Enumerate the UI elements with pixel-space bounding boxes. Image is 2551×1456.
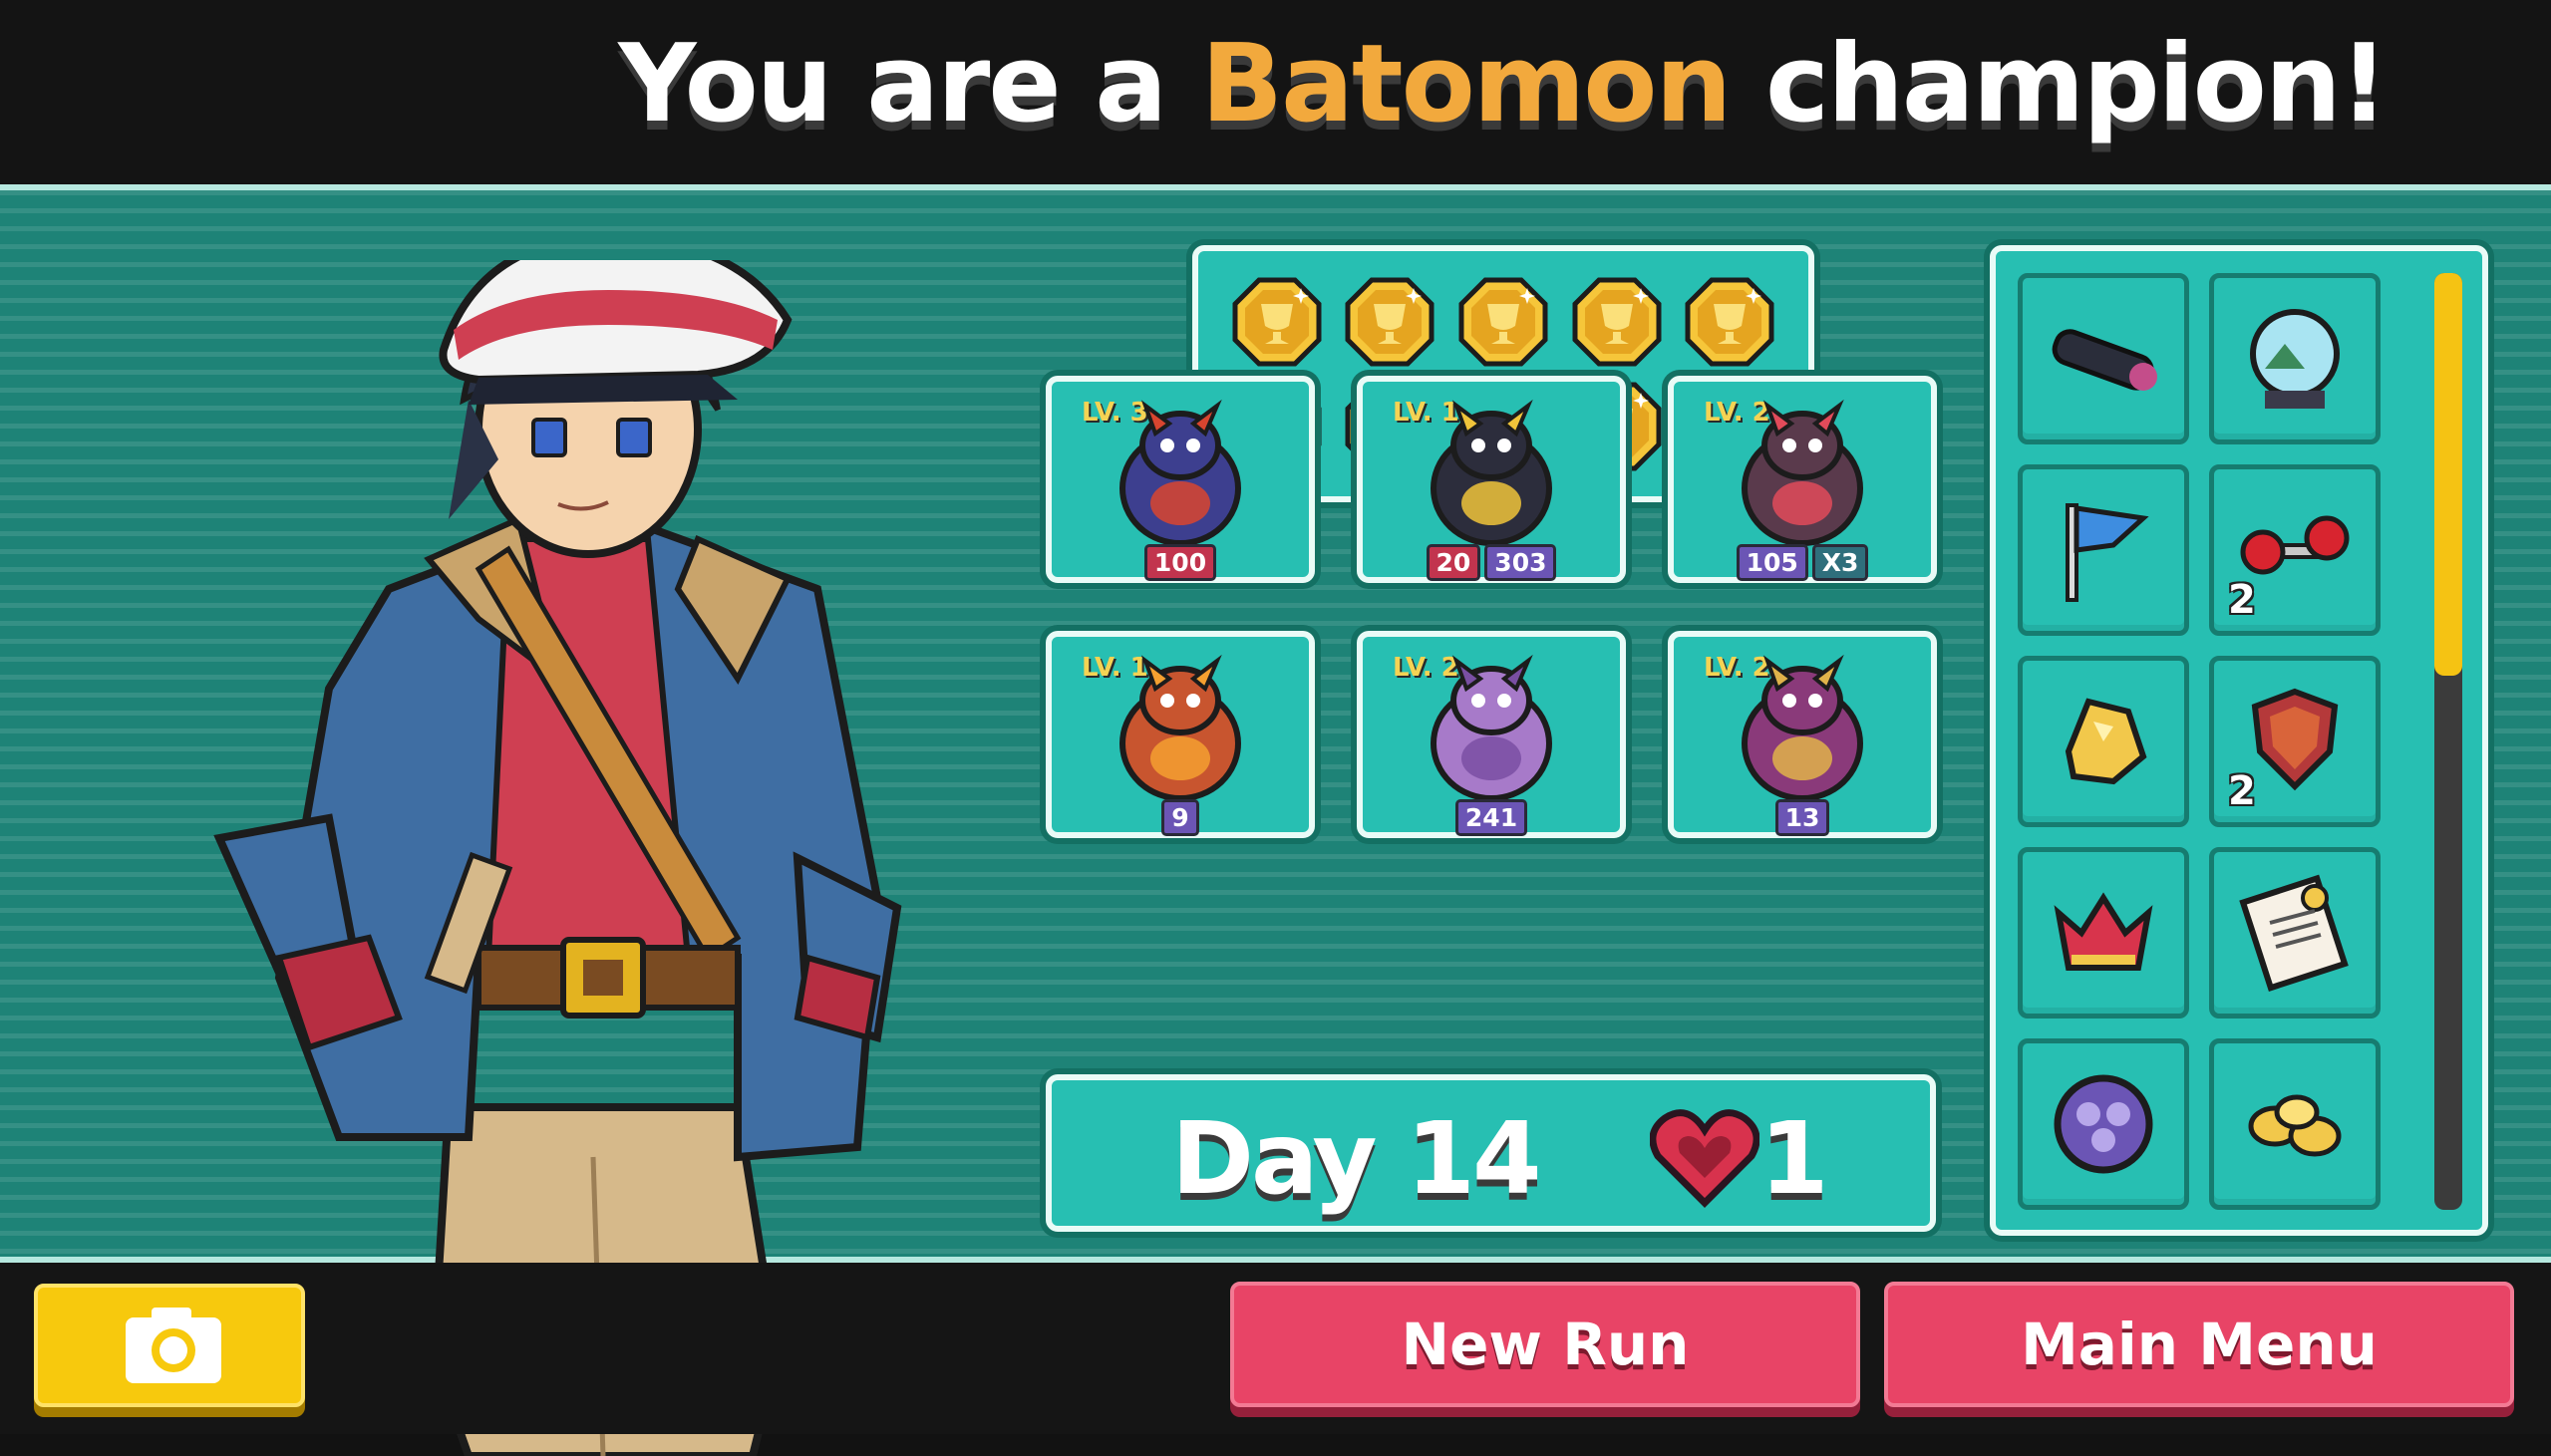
telescope-icon [2052, 329, 2157, 391]
trophy-medal-icon [1345, 277, 1435, 366]
inventory-scrollbar[interactable] [2434, 273, 2462, 1210]
stat-badge: X3 [1811, 544, 1869, 581]
stat-badge: 13 [1774, 799, 1830, 836]
stat-badge: 105 [1736, 544, 1808, 581]
team-member-card[interactable]: LV. 3 100 [1046, 376, 1315, 583]
scrollbar-thumb[interactable] [2434, 273, 2462, 676]
day-counter: Day 14 [1171, 1100, 1542, 1217]
main-menu-button[interactable]: Main Menu [1884, 1282, 2514, 1407]
summary-area: LV. 3 100 LV. 1 20 303 LV. 2 105 X3 LV. 1 9 LV. 22… [0, 184, 2551, 1456]
item-slot[interactable] [2018, 847, 2189, 1019]
trophy-medal-icon [1685, 277, 1774, 366]
notepad-icon [2239, 874, 2349, 992]
stat-badge: 20 [1426, 544, 1481, 581]
ghost-blob-monster-icon [1431, 654, 1552, 801]
item-slot[interactable] [2018, 464, 2189, 636]
team-member-card[interactable]: LV. 2 241 [1357, 631, 1626, 838]
item-slot[interactable] [2209, 847, 2381, 1019]
gold-coins-icon [2248, 1094, 2342, 1157]
item-slot[interactable] [2018, 273, 2189, 444]
item-quantity: 2 [2228, 768, 2256, 814]
team-member-card[interactable]: LV. 2 13 [1668, 631, 1937, 838]
team-member-card[interactable]: LV. 1 20 303 [1357, 376, 1626, 583]
heart-icon [1650, 1109, 1759, 1208]
new-run-button[interactable]: New Run [1230, 1282, 1860, 1407]
team-member-card[interactable]: LV. 2 105 X3 [1668, 376, 1937, 583]
item-slot[interactable]: 2 [2209, 656, 2381, 827]
member-stats: 100 [1052, 544, 1309, 581]
stat-badge: 9 [1161, 799, 1199, 836]
stat-badge: 303 [1484, 544, 1557, 581]
title-prefix: You are a [618, 22, 1167, 146]
serpent-monster-icon [1742, 654, 1863, 801]
snow-globe-icon [2250, 309, 2340, 409]
item-slot[interactable] [2209, 1038, 2381, 1210]
lives-count: 1 [1759, 1100, 1829, 1217]
member-stats: 105 X3 [1674, 544, 1931, 581]
top-bar: You are a Batomon champion! [0, 0, 2551, 184]
victory-title: You are a Batomon champion! [618, 22, 2389, 161]
blue-flag-icon [2066, 503, 2149, 602]
item-quantity: 2 [2228, 577, 2256, 623]
trophy-medal-icon [1232, 277, 1322, 366]
team-member-card[interactable]: LV. 19 [1046, 631, 1315, 838]
member-stats: 241 [1363, 799, 1620, 836]
item-slot[interactable] [2018, 656, 2189, 827]
stat-badge: 241 [1454, 799, 1528, 836]
screenshot-button[interactable] [34, 1284, 305, 1407]
title-game-name: Batomon [1200, 22, 1733, 146]
day-lives-panel: Day 14 1 [1046, 1074, 1936, 1232]
camera-icon [126, 1308, 221, 1383]
crown-icon [2054, 892, 2153, 971]
gold-nugget-icon [2065, 698, 2147, 785]
cobra-monster-icon [1431, 399, 1552, 546]
trophy-medal-icon [1572, 277, 1662, 366]
mushroom-monster-icon [1119, 654, 1241, 801]
member-stats: 20 303 [1363, 544, 1620, 581]
item-slot[interactable]: 2 [2209, 464, 2381, 636]
purple-orb-icon [2054, 1074, 2153, 1174]
item-inventory-panel: 22 [1990, 245, 2488, 1236]
member-stats: 13 [1674, 799, 1931, 836]
item-slot[interactable] [2209, 273, 2381, 444]
member-stats: 9 [1052, 799, 1309, 836]
title-suffix: champion! [1765, 22, 2389, 146]
dragon-monster-icon [1119, 399, 1241, 546]
item-slot[interactable] [2018, 1038, 2189, 1210]
bat-monster-icon [1742, 399, 1863, 546]
trophy-medal-icon [1458, 277, 1548, 366]
stat-badge: 100 [1143, 544, 1217, 581]
